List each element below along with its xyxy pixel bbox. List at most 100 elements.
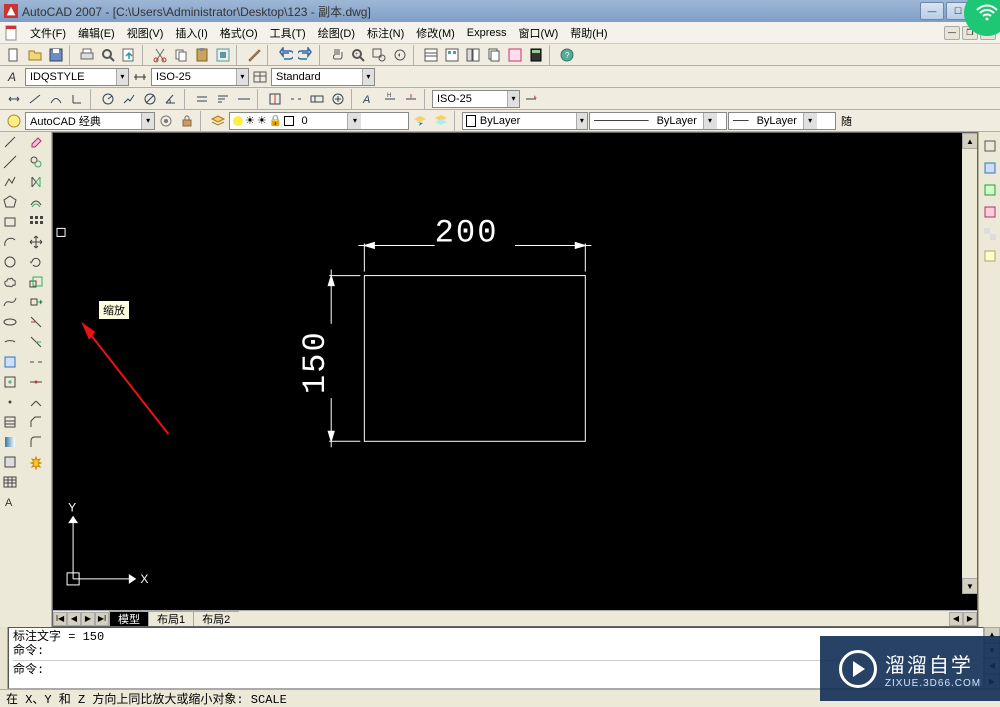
dc-button[interactable] bbox=[442, 45, 462, 65]
brush-button[interactable] bbox=[244, 45, 264, 65]
lineweight-value[interactable] bbox=[753, 113, 803, 129]
stretch-tool[interactable] bbox=[26, 292, 46, 312]
layer-props[interactable] bbox=[208, 111, 228, 131]
workspace-value[interactable] bbox=[26, 113, 141, 129]
tab-next[interactable]: ▶ bbox=[81, 612, 95, 626]
tab-last[interactable]: ▶I bbox=[95, 612, 109, 626]
plot-button[interactable] bbox=[77, 45, 97, 65]
table-tool[interactable] bbox=[0, 472, 20, 492]
rect-tool[interactable] bbox=[0, 212, 20, 232]
layer-combo[interactable]: ☀ ☀ 🔒 ▾ bbox=[229, 112, 409, 130]
dim-text-edit[interactable]: H bbox=[380, 89, 400, 109]
calc-button[interactable] bbox=[526, 45, 546, 65]
new-button[interactable] bbox=[4, 45, 24, 65]
dim-radius[interactable] bbox=[98, 89, 118, 109]
hscroll-left[interactable]: ◀ bbox=[949, 612, 963, 626]
break-tool[interactable] bbox=[26, 352, 46, 372]
text-style-value[interactable] bbox=[26, 69, 116, 85]
menu-view[interactable]: 视图(V) bbox=[121, 23, 170, 43]
color-combo[interactable]: ▾ bbox=[462, 112, 588, 130]
table-style-combo[interactable]: ▾ bbox=[271, 68, 375, 86]
dim-break[interactable] bbox=[286, 89, 306, 109]
xline-tool[interactable] bbox=[0, 152, 20, 172]
dim-quick[interactable] bbox=[192, 89, 212, 109]
ws-lock[interactable] bbox=[177, 111, 197, 131]
dim-style-icon[interactable] bbox=[130, 67, 150, 87]
copy-button[interactable] bbox=[171, 45, 191, 65]
dim-diameter[interactable] bbox=[140, 89, 160, 109]
menu-edit[interactable]: 编辑(E) bbox=[72, 23, 121, 43]
layer-prev[interactable] bbox=[410, 111, 430, 131]
menu-help[interactable]: 帮助(H) bbox=[564, 23, 613, 43]
menu-modify[interactable]: 修改(M) bbox=[410, 23, 461, 43]
linetype-combo[interactable]: ─────── ▾ bbox=[589, 112, 727, 130]
tab-layout2[interactable]: 布局2 bbox=[193, 611, 239, 626]
fillet-tool[interactable] bbox=[26, 432, 46, 452]
point-tool[interactable] bbox=[0, 392, 20, 412]
break-at-tool[interactable] bbox=[26, 372, 46, 392]
dim-ordinate[interactable] bbox=[67, 89, 87, 109]
extend-tool[interactable] bbox=[26, 332, 46, 352]
layer-value[interactable] bbox=[297, 113, 347, 129]
tab-prev[interactable]: ◀ bbox=[67, 612, 81, 626]
right-tool-6[interactable] bbox=[980, 246, 1000, 266]
menu-file[interactable]: 文件(F) bbox=[24, 23, 72, 43]
spline-tool[interactable] bbox=[0, 292, 20, 312]
tool-palettes-button[interactable] bbox=[463, 45, 483, 65]
chamfer-tool[interactable] bbox=[26, 412, 46, 432]
save-button[interactable] bbox=[46, 45, 66, 65]
line-tool[interactable] bbox=[0, 132, 20, 152]
text-style-combo[interactable]: ▾ bbox=[25, 68, 129, 86]
erase-tool[interactable] bbox=[26, 132, 46, 152]
publish-button[interactable] bbox=[119, 45, 139, 65]
sheet-set-button[interactable] bbox=[484, 45, 504, 65]
minimize-button[interactable]: — bbox=[920, 2, 944, 20]
mirror-tool[interactable] bbox=[26, 172, 46, 192]
dim-linear[interactable] bbox=[4, 89, 24, 109]
tab-model[interactable]: 模型 bbox=[109, 611, 149, 626]
ws-settings[interactable] bbox=[156, 111, 176, 131]
table-style-icon[interactable] bbox=[250, 67, 270, 87]
center-mark[interactable] bbox=[328, 89, 348, 109]
dim-edit[interactable]: A bbox=[359, 89, 379, 109]
copy-tool[interactable] bbox=[26, 152, 46, 172]
pan-button[interactable] bbox=[327, 45, 347, 65]
explode-tool[interactable] bbox=[26, 452, 46, 472]
right-tool-2[interactable] bbox=[980, 158, 1000, 178]
dim-aligned[interactable] bbox=[25, 89, 45, 109]
right-tool-4[interactable] bbox=[980, 202, 1000, 222]
block-tool[interactable] bbox=[0, 352, 20, 372]
dim-update[interactable] bbox=[401, 89, 421, 109]
rotate-tool[interactable] bbox=[26, 252, 46, 272]
zoom-win-button[interactable] bbox=[369, 45, 389, 65]
paste-button[interactable] bbox=[192, 45, 212, 65]
dim-style-manager[interactable] bbox=[521, 89, 541, 109]
right-tool-5[interactable] bbox=[980, 224, 1000, 244]
linetype-value[interactable] bbox=[653, 113, 703, 129]
ellipse-tool[interactable] bbox=[0, 312, 20, 332]
lineweight-combo[interactable]: ── ▾ bbox=[728, 112, 836, 130]
tolerance[interactable] bbox=[307, 89, 327, 109]
menu-format[interactable]: 格式(O) bbox=[214, 23, 264, 43]
match-button[interactable] bbox=[213, 45, 233, 65]
color-value[interactable] bbox=[476, 113, 576, 129]
revcloud-tool[interactable] bbox=[0, 272, 20, 292]
dim-space[interactable] bbox=[265, 89, 285, 109]
polygon-tool[interactable] bbox=[0, 192, 20, 212]
hatch-tool[interactable] bbox=[0, 412, 20, 432]
zoom-prev-button[interactable] bbox=[390, 45, 410, 65]
dim-style-value[interactable] bbox=[152, 69, 236, 85]
zoom-rt-button[interactable]: + bbox=[348, 45, 368, 65]
table-style-value[interactable] bbox=[272, 69, 362, 85]
gradient-tool[interactable] bbox=[0, 432, 20, 452]
properties-button[interactable] bbox=[421, 45, 441, 65]
menu-window[interactable]: 窗口(W) bbox=[513, 23, 565, 43]
cmd-grip[interactable] bbox=[0, 627, 8, 689]
redo-button[interactable] bbox=[296, 45, 316, 65]
move-tool[interactable] bbox=[26, 232, 46, 252]
region-tool[interactable] bbox=[0, 452, 20, 472]
right-tool-3[interactable] bbox=[980, 180, 1000, 200]
open-button[interactable] bbox=[25, 45, 45, 65]
markup-button[interactable] bbox=[505, 45, 525, 65]
dim-angular[interactable] bbox=[161, 89, 181, 109]
